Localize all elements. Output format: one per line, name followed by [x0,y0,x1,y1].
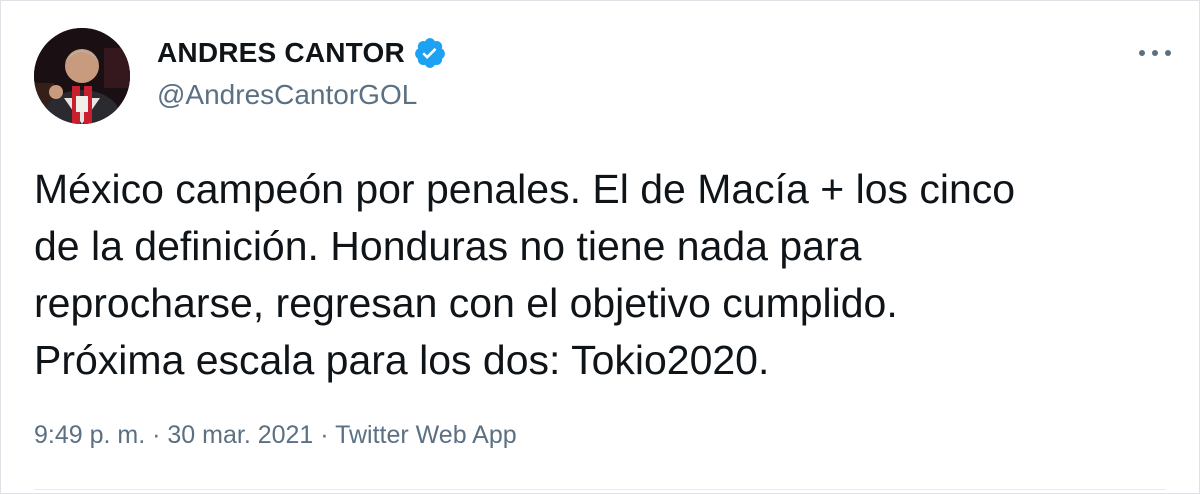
author-handle[interactable]: @AndresCantorGOL [157,79,447,111]
tweet-text-line: Próxima escala para los dos: Tokio2020. [34,337,770,383]
author-display-name[interactable]: ANDRES CANTOR [157,37,405,69]
more-dot [1152,50,1158,56]
more-dot [1165,50,1171,56]
meta-separator: · [313,421,336,449]
tweet-text-line: México campeón por penales. El de Macía … [34,166,1016,212]
tweet-text-line: reprocharse, regresan con el objetivo cu… [34,280,898,326]
tweet-card: ANDRES CANTOR @AndresCantorGOL México ca… [0,0,1200,494]
divider [34,489,1166,490]
profile-photo [34,28,130,124]
tweet-text-line: de la definición. Honduras no tiene nada… [34,223,862,269]
verified-badge-icon [413,36,447,70]
tweet-date: 30 mar. 2021 [167,421,314,449]
more-dot [1139,50,1145,56]
tweet-metadata: 9:49 p. m. · 30 mar. 2021 · Twitter Web … [34,421,517,450]
tweet-time: 9:49 p. m. [34,421,146,449]
more-options-icon[interactable] [1139,41,1171,65]
avatar[interactable] [34,28,130,124]
tweet-time-link[interactable]: 9:49 p. m. · 30 mar. 2021 [34,421,313,449]
author-block: ANDRES CANTOR @AndresCantorGOL [157,33,447,111]
tweet-text: México campeón por penales. El de Macía … [34,161,1164,389]
meta-separator: · [145,421,168,449]
name-row: ANDRES CANTOR [157,33,447,73]
tweet-source-link[interactable]: Twitter Web App [335,421,517,449]
